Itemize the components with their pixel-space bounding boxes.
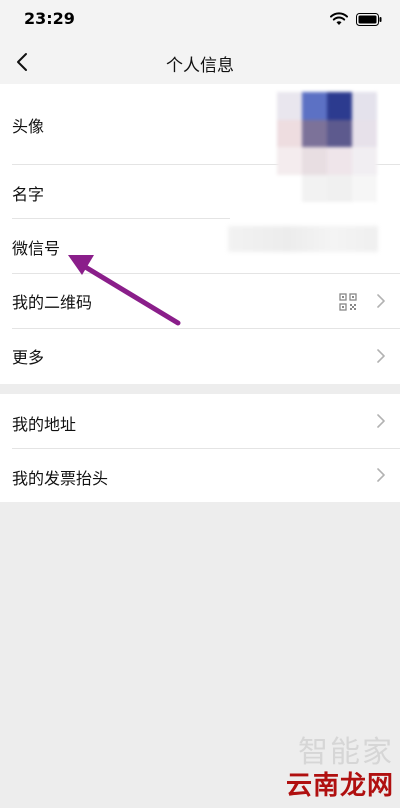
watermark: 智能家 云南龙网 (286, 727, 394, 802)
row-label: 更多 (12, 348, 45, 367)
row-label: 头像 (12, 117, 45, 136)
nav-bar: 个人信息 (0, 40, 400, 84)
annotation-arrow (68, 255, 181, 326)
chevron-right-icon (377, 349, 385, 363)
qr-code-icon (339, 293, 357, 311)
chevron-right-icon (377, 294, 385, 308)
status-time: 23:29 (24, 9, 75, 28)
status-bar: 23:29 (0, 0, 400, 40)
avatar[interactable] (277, 92, 377, 202)
status-icons (330, 12, 382, 26)
row-label: 名字 (12, 185, 45, 204)
row-my-invoice-title[interactable]: 我的发票抬头 (0, 449, 400, 502)
row-more[interactable]: 更多 (0, 329, 400, 383)
wifi-icon (330, 12, 348, 25)
chevron-right-icon (377, 468, 385, 482)
row-label: 我的地址 (12, 415, 77, 434)
chevron-right-icon (377, 414, 385, 428)
watermark-bottom: 云南龙网 (285, 771, 394, 801)
row-my-address[interactable]: 我的地址 (0, 394, 400, 448)
other-group: 我的地址 我的发票抬头 (0, 394, 400, 502)
wechat-id-value (228, 226, 378, 252)
row-label: 微信号 (12, 239, 61, 258)
battery-icon (356, 12, 382, 26)
page-title: 个人信息 (166, 56, 234, 76)
row-label: 我的发票抬头 (12, 469, 109, 488)
